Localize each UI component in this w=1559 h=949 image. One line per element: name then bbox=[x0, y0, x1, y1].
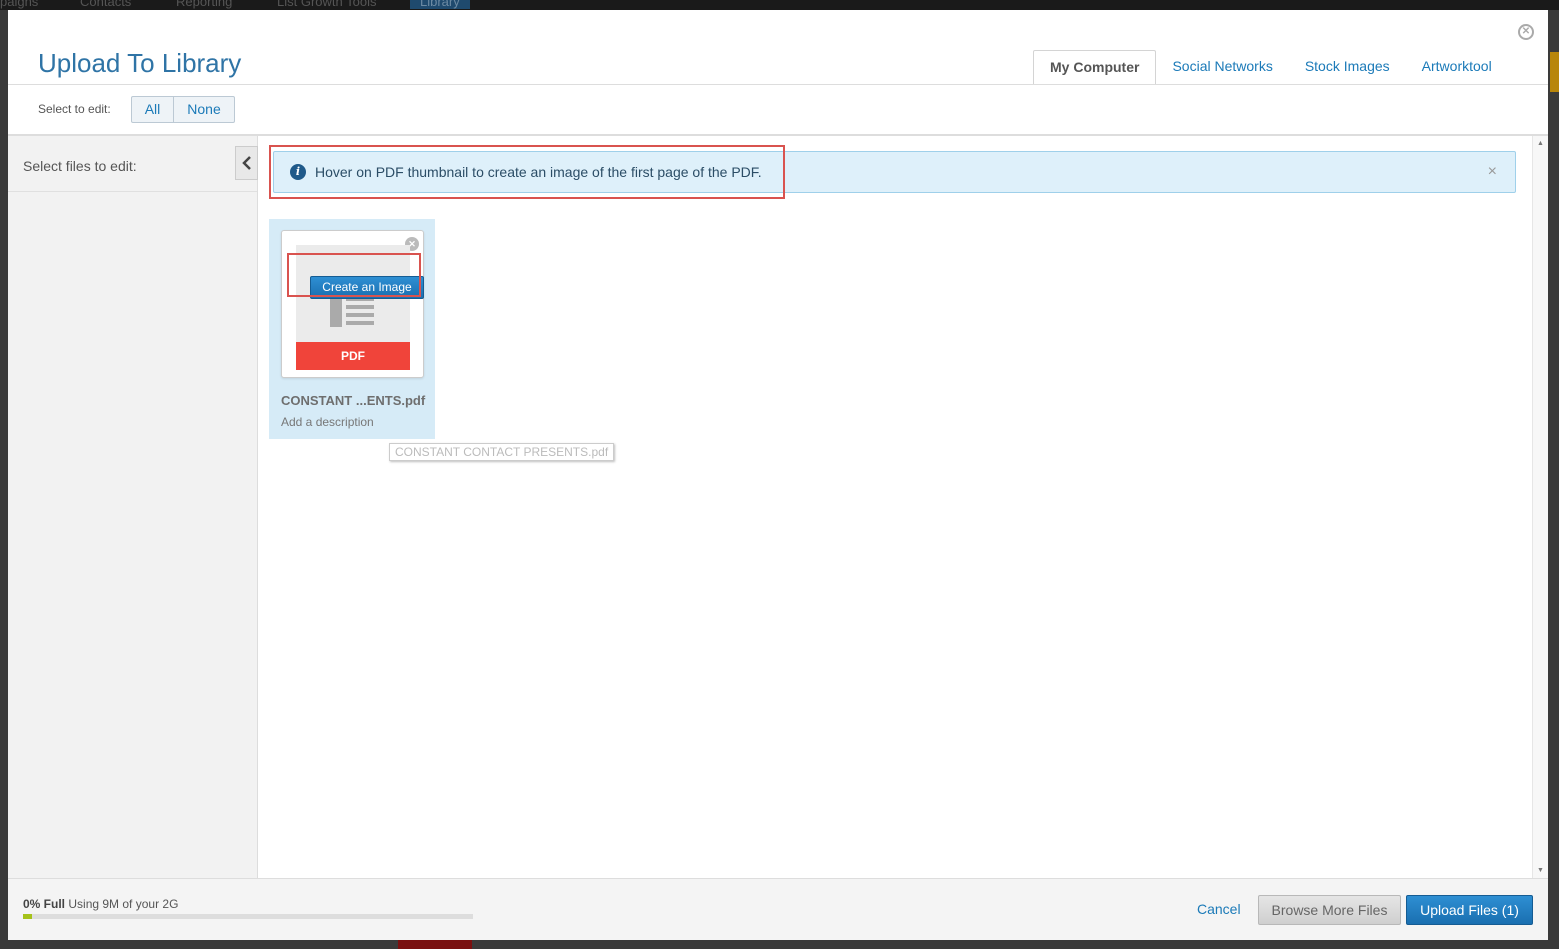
bg-nav-item: Contacts bbox=[80, 0, 132, 9]
bg-nav-item: Library bbox=[410, 0, 470, 9]
header-divider bbox=[8, 84, 1548, 85]
storage-usage-percent: 0% Full bbox=[23, 897, 66, 911]
file-area: i Hover on PDF thumbnail to create an im… bbox=[258, 136, 1532, 878]
storage-usage-text: 0% Full Using 9M of your 2G bbox=[23, 897, 178, 911]
modal-footer: 0% Full Using 9M of your 2G Cancel Brows… bbox=[8, 878, 1548, 940]
alert-close-icon[interactable]: × bbox=[1488, 163, 1497, 181]
add-description-link[interactable]: Add a description bbox=[281, 415, 374, 429]
storage-usage-detail: Using 9M of your 2G bbox=[68, 897, 179, 911]
sidebar-title: Select files to edit: bbox=[23, 158, 137, 174]
file-card[interactable]: ✕ PDF Create an Image CONSTANT ...ENTS.p… bbox=[269, 219, 435, 439]
upload-files-button[interactable]: Upload Files (1) bbox=[1406, 895, 1533, 925]
modal-title: Upload To Library bbox=[38, 48, 242, 78]
select-none-button[interactable]: None bbox=[173, 96, 233, 122]
sidebar-collapse-button[interactable] bbox=[235, 146, 258, 180]
scroll-up-icon[interactable]: ▲ bbox=[1537, 140, 1544, 147]
scroll-down-icon[interactable]: ▼ bbox=[1537, 867, 1544, 874]
select-all-button[interactable]: All bbox=[132, 97, 174, 122]
sidebar-divider bbox=[8, 191, 257, 192]
file-name-tooltip: CONSTANT CONTACT PRESENTS.pdf bbox=[389, 443, 615, 461]
tab-social-networks[interactable]: Social Networks bbox=[1156, 50, 1288, 85]
select-to-edit-row: Select to edit: All None bbox=[38, 95, 235, 123]
tab-stock-images[interactable]: Stock Images bbox=[1289, 50, 1406, 85]
browse-more-files-button[interactable]: Browse More Files bbox=[1258, 895, 1401, 925]
file-name: CONSTANT ...ENTS.pdf bbox=[281, 393, 426, 408]
cancel-button[interactable]: Cancel bbox=[1197, 901, 1241, 917]
chevron-left-icon bbox=[241, 156, 251, 170]
annotation-highlight-alert bbox=[269, 145, 785, 199]
close-circle-icon[interactable]: ✕ bbox=[1518, 24, 1534, 40]
bg-nav-item: List Growth Tools bbox=[277, 0, 377, 9]
background-left-edge bbox=[0, 10, 8, 949]
sidebar: Select files to edit: bbox=[8, 136, 258, 878]
select-to-edit-label: Select to edit: bbox=[38, 102, 111, 116]
pdf-type-label: PDF bbox=[296, 342, 410, 370]
upload-modal: ✕ Upload To Library My Computer Social N… bbox=[8, 10, 1548, 940]
bg-nav-item: paigns bbox=[0, 0, 39, 9]
background-bottom-edge bbox=[0, 940, 1559, 949]
storage-usage-bar bbox=[23, 914, 473, 919]
background-right-edge bbox=[1548, 10, 1559, 949]
tab-artworktool[interactable]: Artworktool bbox=[1406, 50, 1508, 85]
bg-nav-item: Reporting bbox=[176, 0, 233, 9]
content-scrollbar[interactable]: ▲ ▼ bbox=[1532, 136, 1548, 878]
background-app-nav: paigns Contacts Reporting List Growth To… bbox=[0, 0, 1559, 10]
annotation-highlight-create bbox=[287, 253, 421, 297]
select-button-group: All None bbox=[130, 95, 235, 123]
storage-usage-fill bbox=[23, 914, 32, 919]
source-tabs: My Computer Social Networks Stock Images… bbox=[1033, 50, 1508, 85]
tab-my-computer[interactable]: My Computer bbox=[1033, 50, 1157, 85]
